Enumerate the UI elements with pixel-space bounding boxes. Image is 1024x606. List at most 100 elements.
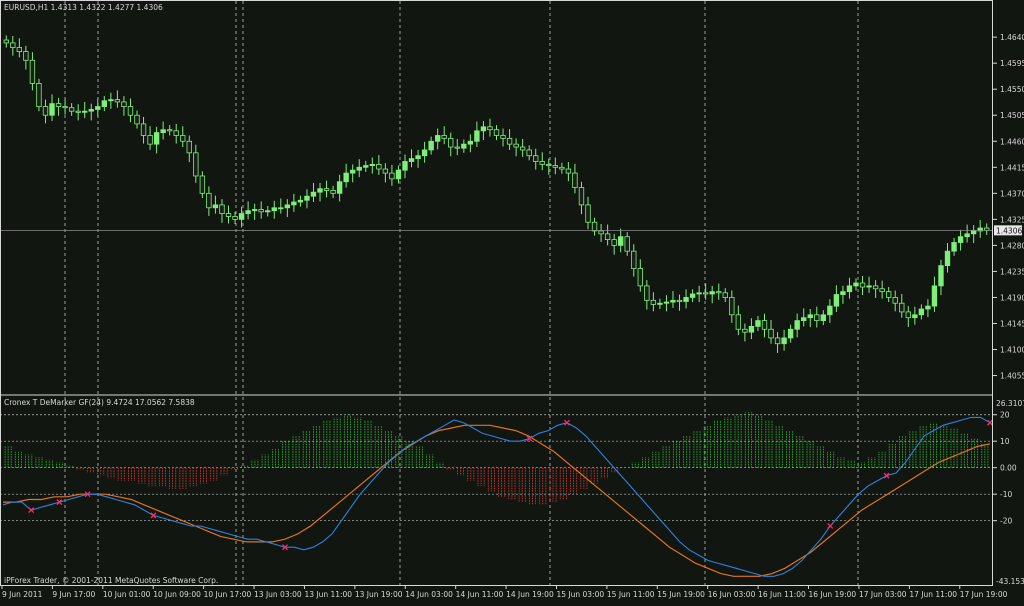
bull-candle-body <box>970 230 977 235</box>
time-tick-label: 15 Jun 19:00 <box>657 590 705 599</box>
price-and-indicator-chart[interactable]: 1.4640 1.4595 1.4550 1.4505 1.4460 1.4415 1.43… <box>0 0 1024 602</box>
bear-candle-body <box>513 143 519 148</box>
bear-candle-body <box>506 137 513 145</box>
bear-candle-body <box>114 99 121 103</box>
indicator-tick-label: 10 <box>1000 437 1010 446</box>
bear-candle-body <box>565 168 572 174</box>
bear-candle-body <box>62 106 68 109</box>
bear-candle-body <box>892 297 898 304</box>
bear-candle-body <box>3 39 9 44</box>
bear-candle-body <box>742 328 748 333</box>
bull-candle-body <box>951 242 957 252</box>
bull-candle-body <box>291 201 297 206</box>
bull-candle-body <box>363 165 369 168</box>
bear-candle-body <box>258 209 264 213</box>
price-tick-label: 1.4640 <box>1000 33 1024 42</box>
bull-candle-body <box>787 328 794 339</box>
bull-candle-body <box>153 132 160 145</box>
bear-candle-body <box>173 130 179 136</box>
price-tick-label: 1.4505 <box>1000 111 1024 120</box>
bull-candle-body <box>297 199 304 203</box>
bull-candle-body <box>245 210 251 214</box>
time-tick-label: 9 Jun 17:00 <box>52 590 95 599</box>
time-tick-label: 10 Jun 01:00 <box>103 590 151 599</box>
price-tick-label: 1.4190 <box>1000 293 1024 302</box>
indicator-tick-label: -10 <box>1000 490 1012 499</box>
time-tick-label: 16 Jun 03:00 <box>708 590 756 599</box>
bull-candle-body <box>415 155 421 160</box>
bear-candle-body <box>140 123 147 136</box>
bear-candle-body <box>716 291 722 294</box>
bear-candle-body <box>42 106 49 116</box>
bear-candle-body <box>598 230 604 235</box>
indicator-tick-label: 20 <box>1000 411 1010 420</box>
bull-candle-body <box>336 181 343 194</box>
bear-candle-body <box>578 187 585 206</box>
bear-candle-body <box>441 135 447 139</box>
bear-candle-body <box>637 268 643 287</box>
bull-candle-body <box>265 210 271 213</box>
bear-candle-body <box>127 106 134 116</box>
price-tick-label: 1.4100 <box>1000 346 1024 355</box>
bear-candle-body <box>16 47 23 53</box>
bull-candle-body <box>49 103 55 116</box>
time-tick-label: 9 Jun 2011 <box>2 590 43 599</box>
time-tick-label: 14 Jun 11:00 <box>456 590 504 599</box>
bull-candle-body <box>938 265 944 287</box>
bear-candle-body <box>722 292 728 298</box>
price-tick-label: 1.4145 <box>1000 319 1024 328</box>
bull-candle-body <box>748 325 755 333</box>
bear-candle-body <box>591 221 598 232</box>
bull-candle-body <box>350 169 356 174</box>
bear-candle-body <box>729 297 735 316</box>
bull-candle-body <box>88 109 94 112</box>
bull-candle-body <box>434 135 441 142</box>
bear-candle-body <box>389 172 395 180</box>
time-tick-label: 15 Jun 03:00 <box>556 590 604 599</box>
copyright-text: iPForex Trader, © 2001-2011 MetaQuotes S… <box>4 576 218 585</box>
bull-candle-body <box>663 301 670 304</box>
bull-candle-body <box>689 293 696 298</box>
time-tick-label: 16 Jun 11:00 <box>758 590 806 599</box>
bull-candle-body <box>931 285 938 307</box>
bull-candle-body <box>866 285 872 288</box>
bear-candle-body <box>814 314 820 321</box>
chart-window: 1.4640 1.4595 1.4550 1.4505 1.4460 1.4415 1.43… <box>0 0 1024 602</box>
bull-candle-body <box>304 195 310 201</box>
bull-candle-body <box>696 292 702 295</box>
bear-candle-body <box>121 101 127 107</box>
bear-candle-body <box>68 107 75 112</box>
bear-candle-body <box>55 103 62 107</box>
chart-background <box>0 0 1024 602</box>
bull-candle-body <box>402 161 408 171</box>
bull-candle-body <box>421 149 428 157</box>
bear-candle-body <box>500 135 506 139</box>
price-tick-label: 1.4325 <box>1000 215 1024 224</box>
bull-candle-body <box>957 236 964 243</box>
bull-candle-body <box>271 207 277 212</box>
price-tick-label: 1.4280 <box>1000 241 1024 250</box>
bull-candle-body <box>101 100 108 107</box>
time-tick-label: 10 Jun 17:00 <box>204 590 252 599</box>
bear-candle-body <box>10 42 16 48</box>
bear-candle-body <box>199 175 206 194</box>
bear-candle-body <box>650 299 657 305</box>
bear-candle-body <box>330 190 336 194</box>
bear-candle-body <box>186 140 192 154</box>
bull-candle-body <box>284 204 291 209</box>
bear-candle-body <box>448 137 454 148</box>
bear-candle-body <box>676 299 683 302</box>
bull-candle-body <box>801 317 807 321</box>
bull-candle-body <box>807 314 813 319</box>
bear-candle-body <box>382 168 389 174</box>
bear-candle-body <box>859 282 866 288</box>
bear-candle-body <box>487 126 493 131</box>
bear-candle-body <box>774 337 781 345</box>
bear-candle-body <box>75 110 81 113</box>
bull-candle-body <box>670 299 676 303</box>
bull-candle-body <box>395 169 402 180</box>
bull-candle-body <box>474 130 480 142</box>
time-tick-label: 15 Jun 11:00 <box>607 590 655 599</box>
bear-candle-body <box>899 302 905 313</box>
bear-candle-body <box>376 163 382 170</box>
